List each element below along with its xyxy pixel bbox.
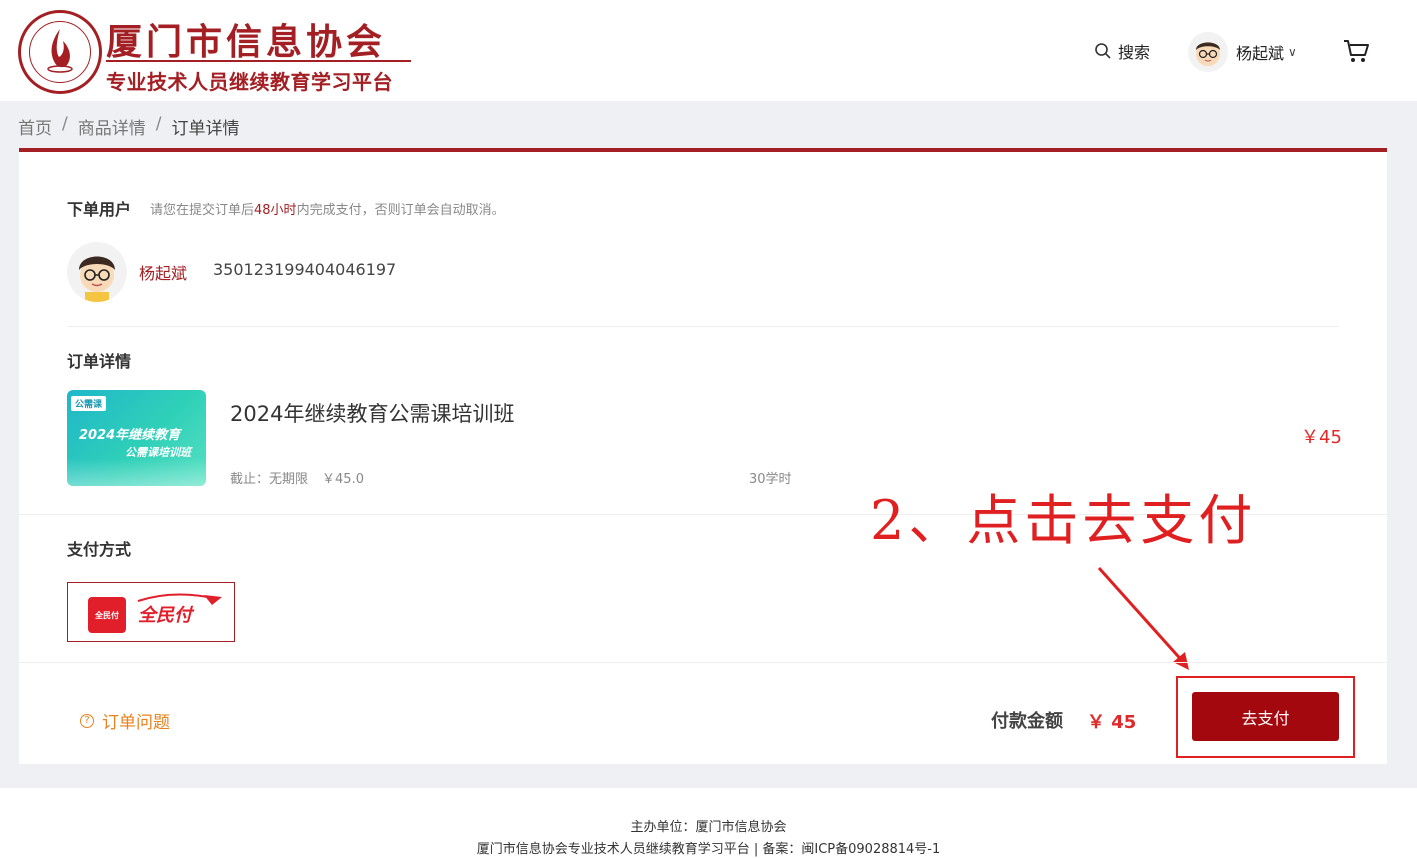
payment-deadline-hint: 请您在提交订单后48小时内完成支付，否则订单会自动取消。 [150,203,505,218]
search-label: 搜索 [1118,43,1151,62]
deadline-highlight: 48小时 [254,203,297,218]
user-name: 杨起斌 [1236,44,1285,63]
annotation-arrow-icon [1097,566,1189,670]
order-issue-link[interactable]: ? 订单问题 [80,708,170,733]
cart-icon[interactable] [1342,38,1370,64]
site-header: 厦门市信息协会 专业技术人员继续教育学习平台 搜索 杨起斌 ∨ [0,0,1417,101]
search-button[interactable]: 搜索 [1094,39,1150,63]
course-thumbnail[interactable]: 公需课 2024年继续教育 公需课培训班 [67,390,206,486]
breadcrumb: 首页 / 商品详情 / 订单详情 [18,114,239,139]
pay-total-label: 付款金额 [991,711,1063,732]
question-circle-icon: ? [80,713,94,728]
footer-icp: 厦门市信息协会专业技术人员继续教育学习平台 | 备案：闽ICP备09028814… [476,842,941,857]
course-hours: 30学时 [749,472,792,487]
order-issue-label: 订单问题 [102,713,170,733]
pay-total-amount: ￥ 45 [1087,712,1137,733]
logo-emblem [18,10,102,94]
deadline-label: 截止： [230,472,270,487]
payment-method-quanminfu[interactable]: 全民付 全民付 [67,582,235,642]
section-divider [67,326,1339,327]
chevron-down-icon: ∨ [1288,45,1297,59]
deadline-value: 无期限 [269,472,309,487]
buyer-id-number: 350123199404046197 [213,260,397,279]
logo-subtitle: 专业技术人员继续教育学习平台 [106,70,393,94]
user-menu[interactable]: 杨起斌 ∨ [1188,30,1297,74]
section-divider [19,662,1387,663]
buyer-section-title: 下单用户 [67,200,132,219]
buyer-name: 杨起斌 [139,264,188,283]
site-logo[interactable]: 厦门市信息协会 专业技术人员继续教育学习平台 [18,10,413,96]
pay-button[interactable]: 去支付 [1192,692,1339,741]
unit-price: ￥45.0 [322,472,364,487]
payment-section-title: 支付方式 [67,540,132,559]
course-title[interactable]: 2024年继续教育公需课培训班 [230,398,514,428]
footer-host: 主办单位：厦门市信息协会 [630,820,787,835]
order-section-title: 订单详情 [67,352,132,371]
breadcrumb-home[interactable]: 首页 [18,114,52,139]
course-thumbnail-tag: 公需课 [71,396,107,411]
breadcrumb-separator: / [62,114,68,134]
annotation-text: 2、点击去支付 [870,489,1257,552]
logo-divider [106,60,411,62]
search-icon [1095,43,1111,59]
course-thumbnail-line1: 2024年继续教育 [79,428,181,443]
breadcrumb-current: 订单详情 [171,119,240,139]
order-card: 下单用户 请您在提交订单后48小时内完成支付，否则订单会自动取消。 杨起斌 35… [19,148,1387,764]
course-meta: 截止：无期限 ￥45.0 [230,468,364,487]
breadcrumb-separator: / [155,114,162,134]
site-footer: 主办单位：厦门市信息协会 厦门市信息协会专业技术人员继续教育学习平台 | 备案：… [0,788,1417,858]
logo-title: 厦门市信息协会 [106,22,387,63]
payment-method-name: 全民付 [138,605,192,626]
breadcrumb-product[interactable]: 商品详情 [78,114,146,139]
course-price: ￥45 [1301,427,1342,448]
buyer-avatar [67,242,127,302]
quanminfu-logo-icon: 全民付 [88,597,126,633]
avatar [1188,32,1228,72]
